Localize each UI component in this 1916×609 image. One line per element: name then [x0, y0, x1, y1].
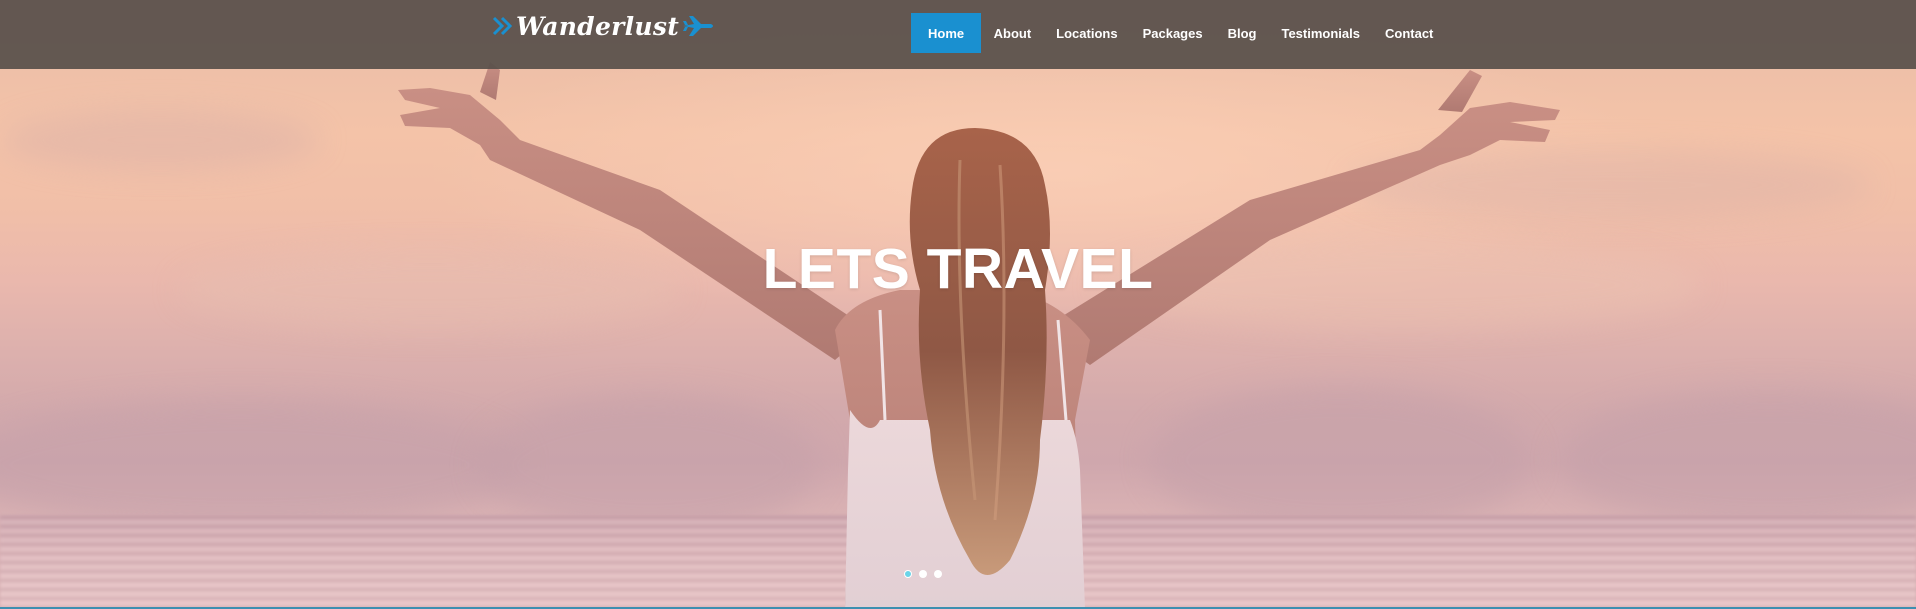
page: Wanderlust Home About Locations Packages…	[0, 0, 1916, 609]
carousel-indicators	[904, 570, 942, 578]
traveler-figure	[398, 62, 1560, 609]
brand-logo[interactable]: Wanderlust	[492, 8, 715, 44]
nav-item-blog[interactable]: Blog	[1215, 13, 1269, 53]
brand-name: Wanderlust	[516, 11, 680, 41]
carousel-dot-1[interactable]	[904, 570, 912, 578]
double-chevron-right-icon	[492, 16, 513, 36]
nav-item-testimonials[interactable]: Testimonials	[1269, 13, 1373, 53]
nav-item-contact[interactable]: Contact	[1372, 13, 1445, 53]
nav-item-locations[interactable]: Locations	[1044, 13, 1130, 53]
carousel-dot-3[interactable]	[934, 570, 942, 578]
airplane-icon	[683, 16, 714, 36]
nav-item-home[interactable]: Home	[911, 13, 982, 53]
nav-item-about[interactable]: About	[981, 13, 1044, 53]
site-header: Wanderlust Home About Locations Packages…	[0, 0, 1916, 69]
main-navigation: Home About Locations Packages Blog Testi…	[911, 13, 1446, 53]
carousel-dot-2[interactable]	[919, 570, 927, 578]
hero-title: LETS TRAVEL	[762, 237, 1154, 301]
hero-background-image	[0, 0, 1916, 609]
nav-item-packages[interactable]: Packages	[1130, 13, 1215, 53]
